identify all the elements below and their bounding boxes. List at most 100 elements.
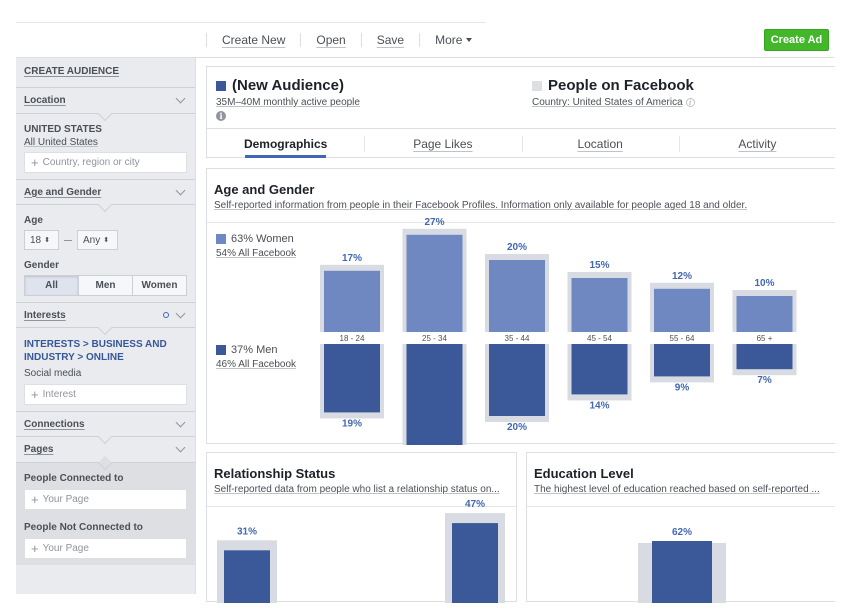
save-button[interactable]: Save: [362, 33, 421, 47]
men-all-facebook: 46% All Facebook: [216, 359, 297, 370]
men-bar: [736, 344, 793, 370]
chevron-down-icon[interactable]: [175, 442, 186, 453]
age-tick-label: 35 - 44: [505, 334, 530, 343]
women-legend-row: 63% Women: [216, 233, 296, 245]
comparison-title-row: People on Facebook: [532, 77, 695, 94]
women-swatch: [216, 234, 226, 244]
interest-item: Social media: [24, 368, 82, 379]
location-section-header[interactable]: Location: [16, 88, 195, 122]
plus-icon: +: [31, 155, 39, 170]
age-gender-section-header[interactable]: Age and Gender: [16, 179, 195, 213]
plus-icon: +: [31, 541, 39, 556]
education-bar: [652, 541, 712, 603]
plus-icon: +: [31, 387, 39, 402]
tab-demographics[interactable]: Demographics: [207, 129, 364, 158]
not-connected-placeholder: Your Page: [42, 543, 89, 554]
info-icon[interactable]: i: [685, 98, 695, 107]
age-tick-label: 25 - 34: [422, 334, 447, 343]
gender-men-button[interactable]: Men: [79, 276, 133, 295]
women-bar: [654, 288, 710, 332]
comparison-title: People on Facebook: [548, 77, 694, 94]
tab-page-likes[interactable]: Page Likes: [364, 129, 521, 158]
women-bar-label: 20%: [507, 242, 527, 253]
pages-section-body: People Connected to + Your Page People N…: [16, 463, 195, 565]
age-gender-header-label: Age and Gender: [24, 186, 102, 198]
toolbar: Create New Open Save More: [206, 30, 487, 50]
women-legend: 63% Women 54% All Facebook: [216, 233, 296, 259]
connected-placeholder: Your Page: [42, 494, 89, 505]
pages-section-header[interactable]: Pages: [16, 437, 195, 471]
age-label: Age: [24, 215, 43, 226]
interest-input[interactable]: + Interest: [24, 384, 187, 405]
interests-header-label: Interests: [24, 309, 66, 321]
chevron-down-icon[interactable]: [175, 185, 186, 195]
age-max-select[interactable]: Any ⬍: [77, 230, 118, 250]
women-bar: [489, 260, 545, 332]
tab-activity[interactable]: Activity: [678, 129, 836, 158]
audience-title-row: (New Audience): [216, 77, 360, 94]
men-bar: [489, 344, 545, 416]
men-bar-label: 14%: [589, 400, 609, 411]
gender-women-button[interactable]: Women: [133, 276, 186, 295]
pages-header-label: Pages: [24, 444, 54, 455]
men-bar: [571, 344, 628, 395]
people-connected-label: People Connected to: [24, 473, 124, 484]
chevron-down-icon[interactable]: [175, 93, 186, 104]
women-bar-label: 12%: [672, 271, 692, 282]
women-bar-label: 17%: [342, 253, 362, 264]
create-ad-button[interactable]: Create Ad: [764, 29, 829, 51]
sidebar: CREATE AUDIENCE Location UNITED STATES A…: [16, 58, 196, 594]
men-legend: 37% Men 46% All Facebook: [216, 344, 296, 370]
education-bar-label: 62%: [672, 527, 692, 538]
men-legend-row: 37% Men: [216, 344, 296, 356]
open-button[interactable]: Open: [301, 33, 362, 47]
women-bar: [571, 278, 628, 332]
age-min-select[interactable]: 18 ⬍: [24, 230, 59, 250]
men-bar: [324, 344, 380, 413]
men-bar: [654, 344, 710, 377]
interests-section-header[interactable]: Interests: [16, 302, 195, 336]
audience-swatch: [216, 80, 226, 91]
women-bar: [736, 296, 793, 332]
education-chart: 62%: [638, 527, 726, 603]
gender-all-button[interactable]: All: [25, 276, 79, 295]
women-bar: [324, 270, 380, 332]
more-label: More: [435, 33, 463, 47]
updown-icon: ⬍: [44, 237, 50, 244]
men-bar-label: 19%: [342, 418, 362, 429]
age-max-value: Any: [83, 234, 101, 246]
age-range: 18 ⬍ Any ⬍: [24, 230, 187, 250]
comparison-summary: People on Facebook Country: United State…: [532, 77, 695, 108]
people-not-connected-label: People Not Connected to: [24, 522, 143, 533]
age-tick-label: 65 +: [757, 334, 773, 343]
connected-page-input[interactable]: + Your Page: [24, 489, 187, 510]
info-icon[interactable]: i: [216, 111, 226, 121]
relationship-status-panel: Relationship Status Self-reported data f…: [206, 452, 517, 603]
all-united-states-link[interactable]: All United States: [24, 137, 187, 148]
audience-size: 35M–40M monthly active people: [216, 97, 360, 108]
education-level-panel: Education Level The highest level of edu…: [526, 452, 835, 603]
men-label: 37% Men: [231, 344, 278, 356]
chevron-down-icon[interactable]: [175, 417, 186, 427]
tab-location[interactable]: Location: [521, 129, 679, 158]
create-new-button[interactable]: Create New: [206, 33, 302, 47]
relationship-bar: [224, 550, 270, 603]
interest-path-link[interactable]: INTERESTS > BUSINESS AND INDUSTRY > ONLI…: [24, 338, 187, 364]
location-input[interactable]: + Country, region or city: [24, 152, 187, 173]
indicator-dot-icon: [163, 312, 169, 318]
audience-summary: (New Audience) 35M–40M monthly active pe…: [216, 77, 360, 121]
age-tick-label: 18 - 24: [340, 334, 365, 343]
interests-section-body: INTERESTS > BUSINESS AND INDUSTRY > ONLI…: [16, 328, 195, 411]
age-min-value: 18: [30, 234, 42, 246]
gender-label: Gender: [24, 260, 60, 271]
women-bar: [406, 234, 463, 332]
age-gender-panel: Age and Gender Self-reported information…: [206, 168, 836, 445]
not-connected-page-input[interactable]: + Your Page: [24, 538, 187, 559]
chevron-down-icon[interactable]: [175, 308, 186, 318]
audience-header-panel: (New Audience) 35M–40M monthly active pe…: [206, 66, 836, 158]
relationship-bar-label: 31%: [237, 526, 257, 537]
connections-section-header[interactable]: Connections: [16, 411, 195, 445]
age-gender-section-body: Age 18 ⬍ Any ⬍ Gender All Men Women: [16, 205, 195, 302]
relationship-bar-label: 47%: [465, 499, 485, 510]
more-button[interactable]: More: [420, 33, 487, 47]
